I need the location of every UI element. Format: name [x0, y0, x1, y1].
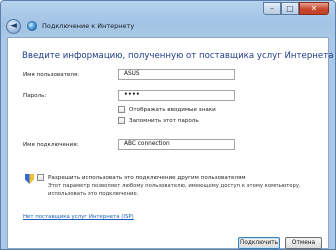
minimize-icon[interactable]: –: [263, 2, 281, 15]
remember-password-checkbox[interactable]: [118, 117, 125, 124]
username-label: Имя пользователя:: [23, 72, 80, 78]
share-connection-label: Разрешить использовать это подключение д…: [48, 174, 246, 181]
show-chars-label: Отображать вводимые знаки: [129, 106, 216, 113]
password-field[interactable]: ••••: [118, 90, 235, 101]
cancel-button[interactable]: Отмена: [285, 237, 322, 249]
remember-password-row[interactable]: Запомнить этот пароль: [118, 117, 199, 124]
wizard-content: Введите информацию, полученную от постав…: [7, 37, 333, 249]
uac-shield-icon: [25, 174, 34, 184]
password-label: Пароль:: [23, 93, 47, 99]
show-chars-checkbox[interactable]: [118, 106, 125, 113]
connection-name-label: Имя подключения:: [23, 142, 79, 148]
network-globe-icon: [27, 21, 37, 31]
wizard-title: Подключение к Интернету: [42, 22, 135, 30]
share-connection-row[interactable]: Разрешить использовать это подключение д…: [37, 174, 246, 181]
connect-button[interactable]: Подключить: [238, 237, 280, 249]
maximize-icon[interactable]: □: [281, 2, 299, 15]
username-field[interactable]: ASUS: [118, 69, 235, 80]
share-connection-description: Этот параметр позволяет любому пользоват…: [48, 183, 301, 197]
caption-buttons: – □ ✕: [263, 2, 329, 16]
share-connection-checkbox[interactable]: [37, 174, 44, 181]
back-arrow-icon[interactable]: ◄: [6, 18, 21, 34]
page-heading: Введите информацию, полученную от постав…: [22, 51, 334, 61]
close-icon[interactable]: ✕: [299, 2, 329, 15]
show-chars-row[interactable]: Отображать вводимые знаки: [118, 106, 216, 113]
connection-wizard-window: – □ ✕ ◄ Подключение к Интернету Введите …: [0, 0, 336, 250]
connection-name-field[interactable]: ABC connection: [118, 139, 235, 150]
no-isp-link[interactable]: Нет поставщика услуг Интернета (ISP): [23, 214, 134, 220]
wizard-navbar: ◄ Подключение к Интернету: [1, 16, 335, 36]
remember-password-label: Запомнить этот пароль: [129, 117, 199, 124]
